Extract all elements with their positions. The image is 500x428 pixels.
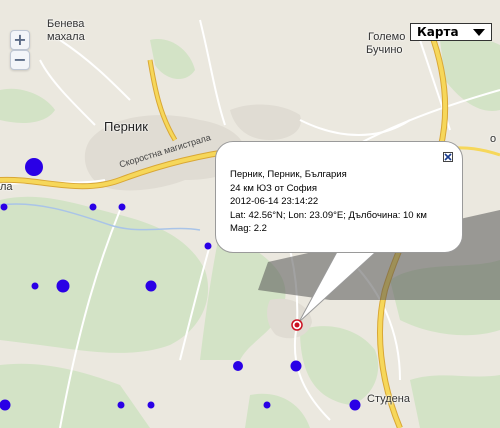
map-container[interactable]: Бенева махала Големо Бучино Перник ла о … <box>0 0 500 428</box>
info-popup: Перник, Перник, България 24 км ЮЗ от Соф… <box>215 141 463 253</box>
popup-distance: 24 км ЮЗ от София <box>230 182 317 194</box>
popup-magnitude: Mag: 2.2 <box>230 223 267 234</box>
popup-close-button[interactable] <box>443 152 453 162</box>
quake-marker[interactable] <box>145 280 157 292</box>
place-label-golemo: Големо <box>368 31 406 43</box>
map-type-label: Карта <box>417 25 459 39</box>
popup-coordinates: Lat: 42.56°N; Lon: 23.09°E; Дълбочина: 1… <box>230 209 427 221</box>
quake-marker[interactable] <box>204 242 212 250</box>
map-type-select[interactable]: Карта <box>410 23 492 41</box>
quake-marker[interactable] <box>56 279 70 293</box>
place-label-partial-o: о <box>490 133 497 145</box>
zoom-out-button[interactable]: − <box>10 50 30 70</box>
place-label-studena: Студена <box>367 393 410 405</box>
place-label-pernik: Перник <box>104 119 148 134</box>
place-label-buchino: Бучино <box>366 44 403 56</box>
close-icon <box>444 153 452 161</box>
quake-marker[interactable] <box>89 203 97 211</box>
quake-marker[interactable] <box>117 401 125 409</box>
chevron-down-icon <box>473 29 485 36</box>
zoom-in-button[interactable]: + <box>10 30 30 50</box>
quake-marker[interactable] <box>25 158 43 176</box>
place-label-beneva: Бенева <box>47 18 85 30</box>
quake-marker[interactable] <box>263 401 271 409</box>
quake-marker[interactable] <box>0 399 11 411</box>
quake-marker[interactable] <box>31 282 39 290</box>
popup-datetime: 2012-06-14 23:14:22 <box>230 196 319 207</box>
quake-marker[interactable] <box>290 360 302 372</box>
quake-marker[interactable] <box>0 203 8 211</box>
quake-marker[interactable] <box>118 203 126 211</box>
popup-location: Перник, Перник, България <box>230 169 347 180</box>
selected-quake-marker-center <box>294 322 300 328</box>
place-label-mahala: махала <box>47 31 85 43</box>
quake-marker[interactable] <box>147 401 155 409</box>
quake-marker[interactable] <box>233 361 243 371</box>
quake-marker[interactable] <box>349 399 361 411</box>
place-label-partial-la: ла <box>0 181 13 193</box>
